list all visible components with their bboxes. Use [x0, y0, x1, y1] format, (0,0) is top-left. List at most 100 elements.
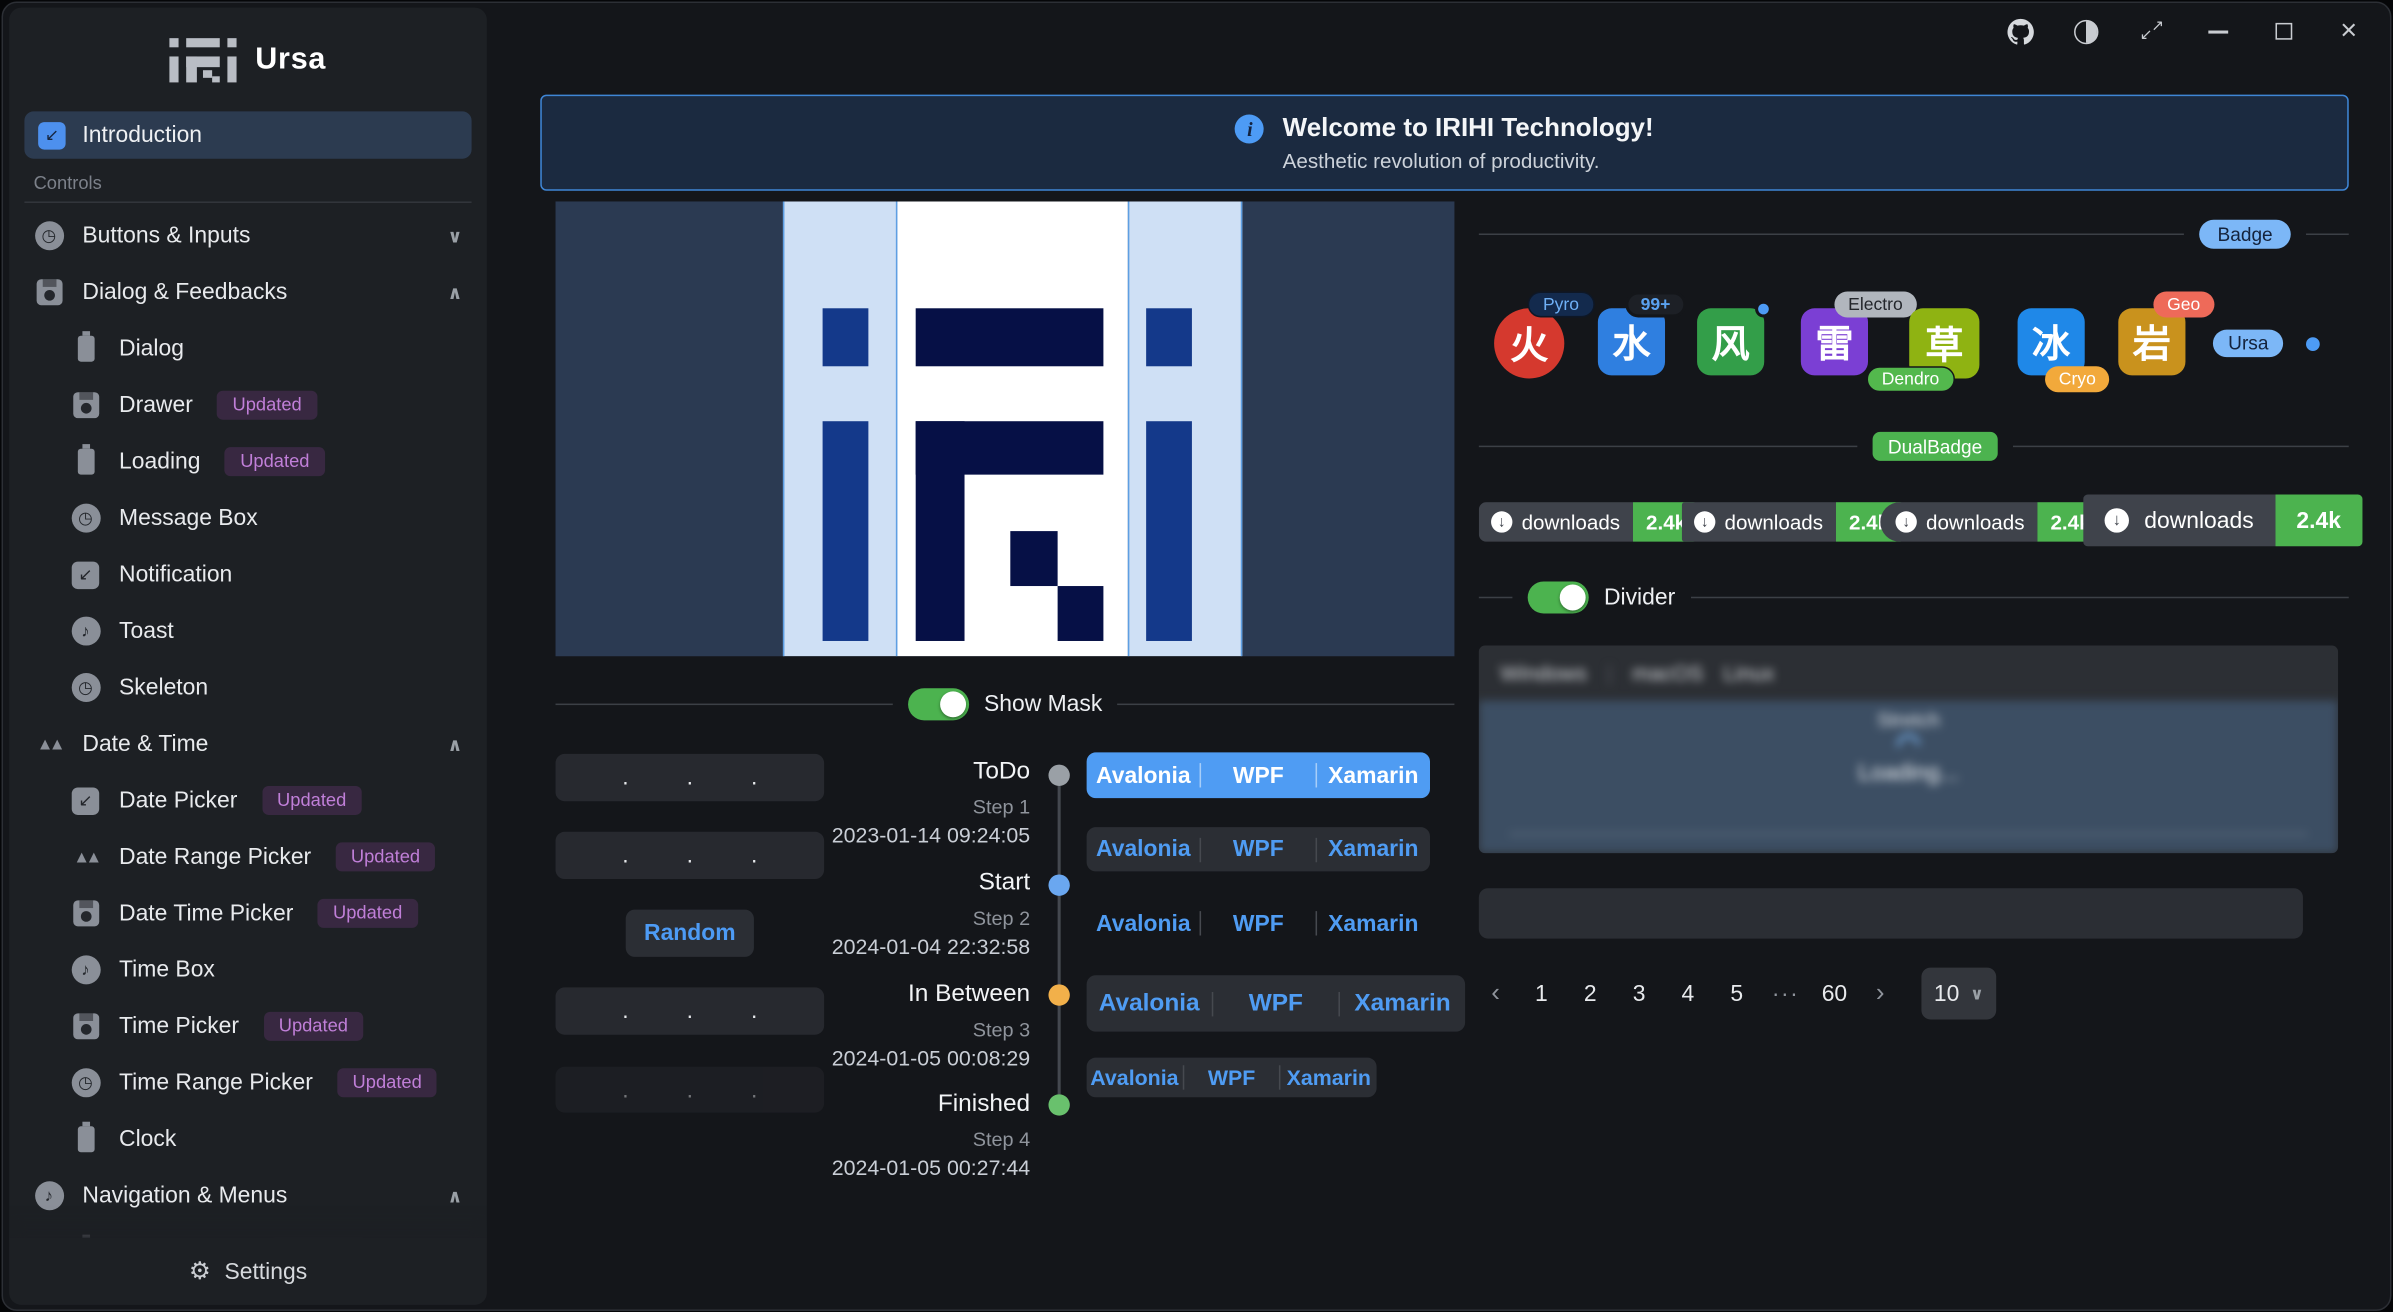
sidebar-item-label: Time Range Picker	[119, 1070, 313, 1096]
page-button-60[interactable]: 60	[1815, 981, 1855, 1007]
sidebar-item-label: Loading	[119, 449, 200, 475]
random-button[interactable]: Random	[626, 910, 754, 957]
sidebar-item-message-box[interactable]: ◷ Message Box	[9, 490, 487, 546]
avalonia-button[interactable]: Avalonia	[1087, 836, 1200, 862]
sidebar-item-loading[interactable]: Loading Updated	[9, 433, 487, 489]
cryo-badge: Cryo	[2045, 366, 2110, 392]
sidebar-item-clock[interactable]: Clock	[9, 1111, 487, 1167]
sidebar-item-label: Date Range Picker	[119, 844, 311, 870]
step-dot-start	[1048, 874, 1069, 895]
sidebar-item-toast[interactable]: ♪ Toast	[9, 603, 487, 659]
sidebar-item-navigation-menus[interactable]: ♪ Navigation & Menus ∧	[9, 1168, 487, 1224]
date-input[interactable]: ...	[556, 987, 825, 1034]
info-icon: i	[1235, 114, 1264, 143]
pagination: ‹ 1 2 3 4 5 ··· 60 › 10 ∨	[1479, 968, 1996, 1020]
avalonia-button[interactable]: Avalonia	[1087, 762, 1200, 788]
empty-placeholder-bar	[1479, 888, 2303, 938]
sidebar-item-date-picker[interactable]: ↙ Date Picker Updated	[9, 772, 487, 828]
page-button-4[interactable]: 4	[1668, 981, 1708, 1007]
button-group-small: Avalonia WPF Xamarin	[1087, 1058, 1377, 1098]
sidebar-item-time-range-picker[interactable]: ◷ Time Range Picker Updated	[9, 1055, 487, 1111]
avalonia-button[interactable]: Avalonia	[1087, 1065, 1183, 1089]
settings-label: Settings	[224, 1258, 307, 1284]
sidebar-section-label: Controls	[34, 172, 463, 193]
xamarin-button[interactable]: Xamarin	[1317, 762, 1430, 788]
show-mask-label: Show Mask	[984, 691, 1102, 717]
page-button-2[interactable]: 2	[1570, 981, 1610, 1007]
settings-button[interactable]: ⚙ Settings	[9, 1238, 487, 1305]
theme-toggle-icon[interactable]	[2071, 16, 2102, 47]
xamarin-button[interactable]: Xamarin	[1317, 910, 1430, 936]
sidebar-item-skeleton[interactable]: ◷ Skeleton	[9, 659, 487, 715]
expand-icon[interactable]: ↗↙	[2137, 16, 2168, 47]
page-next-button[interactable]: ›	[1863, 978, 1897, 1009]
xamarin-button[interactable]: Xamarin	[1317, 836, 1430, 862]
xamarin-button[interactable]: Xamarin	[1340, 990, 1465, 1017]
tab-linux[interactable]: Linux	[1723, 661, 1774, 685]
wpf-button[interactable]: WPF	[1202, 762, 1315, 788]
sidebar-item-label: Notification	[119, 562, 232, 588]
date-input[interactable]: ...	[556, 754, 825, 801]
sidebar-item-date-range-picker[interactable]: ▲▲ Date Range Picker Updated	[9, 829, 487, 885]
close-icon[interactable]: ×	[2333, 16, 2364, 47]
wpf-button[interactable]: WPF	[1202, 836, 1315, 862]
sidebar-item-label: Dialog & Feedbacks	[82, 279, 287, 305]
show-mask-toggle[interactable]	[908, 688, 969, 720]
divider-toggle-row: Divider	[1479, 580, 2349, 614]
page-button-5[interactable]: 5	[1717, 981, 1757, 1007]
downloads-badge-large: ↓downloads 2.4k	[2083, 494, 2362, 546]
stretch-label: Stretch	[1877, 708, 1940, 731]
step-sub: Step 1	[973, 795, 1030, 818]
divider-toggle[interactable]	[1528, 581, 1589, 613]
wpf-button[interactable]: WPF	[1184, 1065, 1280, 1089]
maximize-icon[interactable]	[2268, 16, 2299, 47]
wpf-button[interactable]: WPF	[1202, 910, 1315, 936]
downloads-badge: ↓downloads 2.4k	[1479, 502, 1700, 542]
date-input-disabled: ...	[556, 1067, 825, 1113]
tab-content: Stretch Loading...	[1479, 701, 2338, 854]
loading-label: Loading...	[1858, 760, 1959, 786]
sidebar-item-introduction[interactable]: ↙ Introduction	[24, 111, 471, 158]
sidebar-item-date-time[interactable]: ▲▲ Date & Time ∧	[9, 716, 487, 772]
tab-windows[interactable]: Windows	[1500, 661, 1587, 685]
divider-toggle-label: Divider	[1604, 584, 1675, 610]
download-icon: ↓	[1694, 511, 1715, 532]
download-icon: ↓	[2105, 508, 2129, 532]
step-title: ToDo	[973, 758, 1030, 785]
sidebar-item-time-box[interactable]: ♪ Time Box	[9, 942, 487, 998]
sidebar-item-dialog[interactable]: Dialog	[9, 320, 487, 376]
stepper-line	[1058, 786, 1061, 1094]
sidebar-item-label: Navigation & Menus	[82, 1183, 287, 1209]
button-group-default: Avalonia WPF Xamarin	[1087, 827, 1430, 871]
sidebar-item-notification[interactable]: ↙ Notification	[9, 546, 487, 602]
tab-bar: Windows | macOS Linux	[1479, 646, 2338, 701]
tab-macos[interactable]: macOS	[1632, 661, 1703, 685]
date-input[interactable]: ...	[556, 832, 825, 879]
geo-badge: Geo	[2153, 291, 2214, 317]
minimize-icon[interactable]	[2202, 16, 2233, 47]
updated-badge: Updated	[318, 899, 418, 928]
badge-tile-geo: 岩	[2118, 308, 2185, 375]
download-icon: ↓	[1491, 511, 1512, 532]
avalonia-button[interactable]: Avalonia	[1087, 910, 1200, 936]
chevron-up-icon: ∧	[448, 282, 463, 303]
step-sub: Step 2	[973, 907, 1030, 930]
sidebar-item-label: Date Picker	[119, 787, 237, 813]
wpf-button[interactable]: WPF	[1213, 990, 1338, 1017]
loading-spinner-icon	[1892, 729, 1924, 761]
page-button-1[interactable]: 1	[1522, 981, 1562, 1007]
dendro-badge: Dendro	[1866, 366, 1954, 392]
avalonia-button[interactable]: Avalonia	[1087, 990, 1212, 1017]
xamarin-button[interactable]: Xamarin	[1281, 1065, 1377, 1089]
sidebar-item-dialog-feedbacks[interactable]: Dialog & Feedbacks ∧	[9, 264, 487, 320]
github-icon[interactable]	[2005, 16, 2036, 47]
updated-badge: Updated	[225, 447, 325, 476]
page-size-select[interactable]: 10 ∨	[1921, 968, 1996, 1020]
page-button-3[interactable]: 3	[1619, 981, 1659, 1007]
sidebar-item-date-time-picker[interactable]: Date Time Picker Updated	[9, 885, 487, 941]
page-prev-button[interactable]: ‹	[1479, 978, 1513, 1009]
sidebar-item-time-picker[interactable]: Time Picker Updated	[9, 998, 487, 1054]
sidebar-item-drawer[interactable]: Drawer Updated	[9, 377, 487, 433]
sidebar-item-buttons-inputs[interactable]: ◷ Buttons & Inputs ∨	[9, 208, 487, 264]
sidebar-item-label: Drawer	[119, 392, 193, 418]
